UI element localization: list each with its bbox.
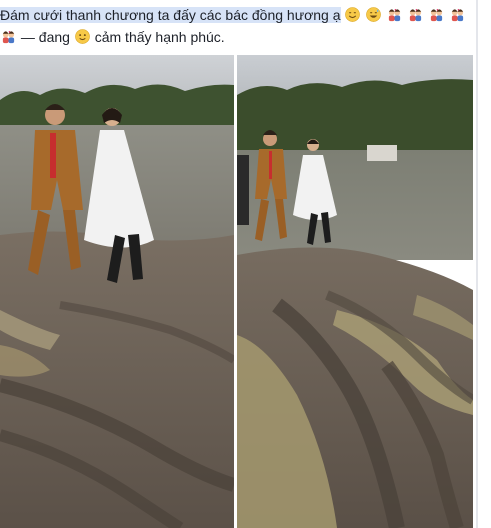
- caption-text: Đám cưới thanh chương ta đấy các bác đồn…: [0, 7, 341, 23]
- smile-emoji-icon: [345, 7, 361, 22]
- photo-grid: [0, 55, 474, 528]
- wedding-photo-left[interactable]: [0, 55, 235, 528]
- caption-line-2: — đang cảm thấy hạnh phúc.: [0, 26, 225, 48]
- caption-line-1: Đám cưới thanh chương ta đấy các bác đồn…: [0, 4, 466, 26]
- facebook-post: Đám cưới thanh chương ta đấy các bác đồn…: [0, 0, 491, 528]
- wedding-photo-left-image: [0, 55, 234, 528]
- feeling-text[interactable]: cảm thấy hạnh phúc.: [95, 29, 225, 45]
- slightly-smiling-face-icon: [75, 29, 90, 44]
- feed-column-border: [476, 0, 478, 528]
- couple-kiss-emoji-icon: [389, 8, 401, 22]
- couple-kiss-emoji-icon: [2, 30, 15, 44]
- couple-kiss-emoji-icon: [409, 8, 422, 22]
- sweat-smile-emoji-icon: [366, 7, 382, 22]
- wedding-photo-right-image: [237, 55, 473, 528]
- feeling-prefix: — đang: [20, 29, 70, 45]
- couple-kiss-emoji-icon: [430, 8, 443, 22]
- couple-kiss-emoji-icon: [451, 8, 463, 22]
- wedding-photo-right[interactable]: [237, 55, 474, 528]
